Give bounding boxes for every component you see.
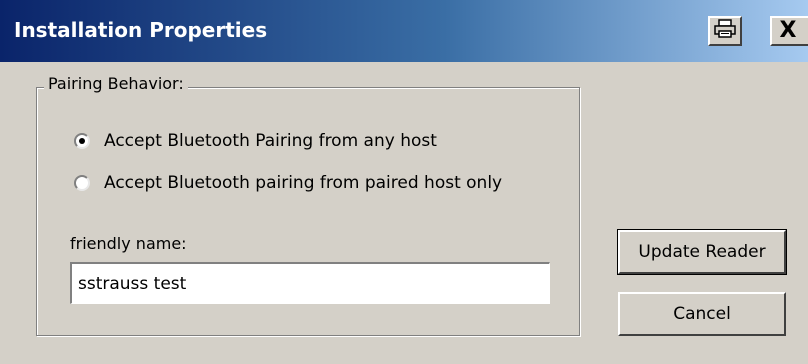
radio-button-unchecked[interactable]: [74, 175, 90, 191]
close-button[interactable]: X: [770, 16, 808, 46]
radio-label: Accept Bluetooth pairing from paired hos…: [104, 173, 503, 193]
group-legend: Pairing Behavior:: [44, 74, 188, 93]
radio-label: Accept Bluetooth Pairing from any host: [104, 131, 437, 151]
help-button[interactable]: [708, 16, 742, 46]
friendly-name-label: friendly name:: [70, 234, 187, 253]
title-bar: Installation Properties X: [0, 0, 808, 62]
radio-button-checked[interactable]: [74, 133, 90, 149]
friendly-name-input[interactable]: [70, 262, 550, 304]
window-title: Installation Properties: [14, 18, 268, 42]
printer-icon: [714, 19, 736, 43]
radio-paired-host-only[interactable]: Accept Bluetooth pairing from paired hos…: [74, 171, 502, 195]
radio-dot: [79, 138, 85, 144]
update-reader-button[interactable]: Update Reader: [617, 229, 787, 275]
close-icon: X: [779, 18, 797, 43]
cancel-button[interactable]: Cancel: [618, 292, 786, 336]
radio-any-host[interactable]: Accept Bluetooth Pairing from any host: [74, 129, 437, 153]
